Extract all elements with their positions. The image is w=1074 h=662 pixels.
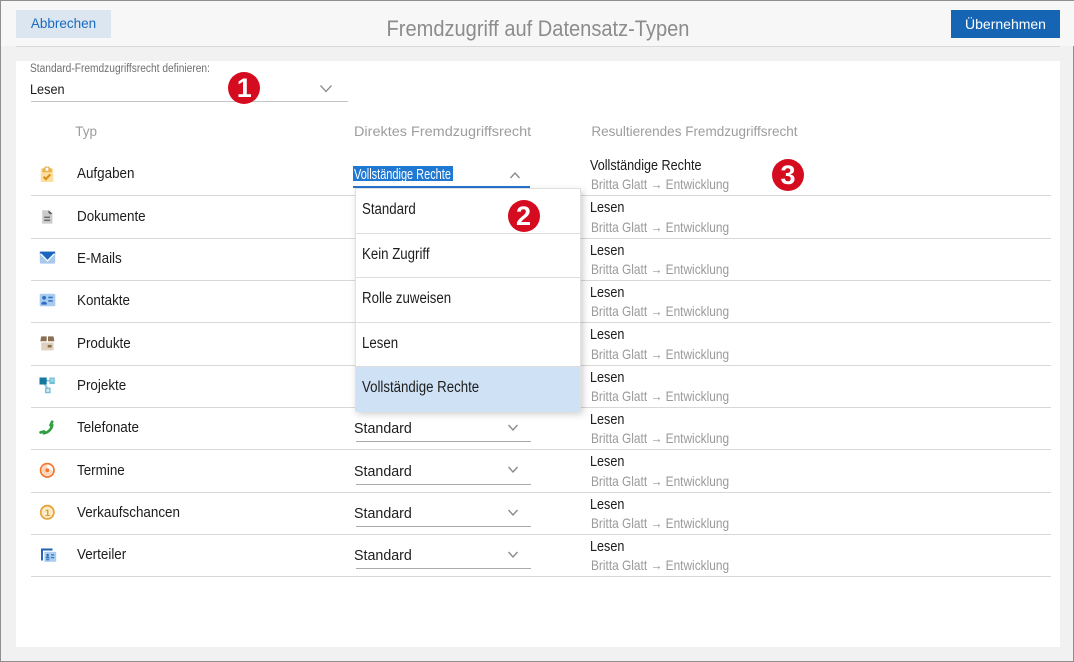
svg-text:1: 1 bbox=[45, 508, 51, 519]
